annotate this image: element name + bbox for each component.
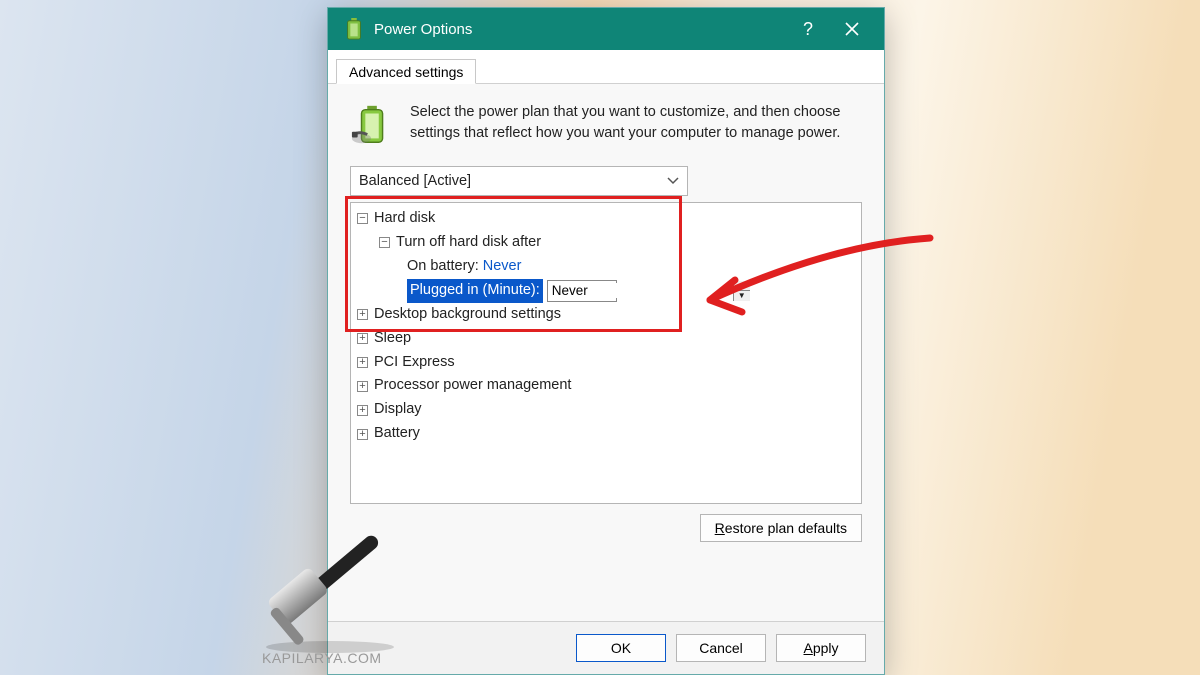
tree-label: Hard disk bbox=[374, 207, 435, 231]
ok-button[interactable]: OK bbox=[576, 634, 666, 662]
restore-defaults-button[interactable]: Restore plan defaults bbox=[700, 514, 862, 542]
power-plan-dropdown[interactable]: Balanced [Active] bbox=[350, 166, 688, 196]
close-button[interactable] bbox=[830, 8, 874, 50]
plugged-in-spinner[interactable]: ▲ ▼ bbox=[547, 280, 617, 302]
expand-toggle[interactable]: + bbox=[357, 429, 368, 440]
tree-item-on-battery[interactable]: On battery: Never bbox=[357, 255, 855, 279]
tree-label: PCI Express bbox=[374, 351, 455, 375]
expand-toggle[interactable]: + bbox=[357, 333, 368, 344]
tree-item-display[interactable]: + Display bbox=[357, 398, 855, 422]
intro-row: Select the power plan that you want to c… bbox=[350, 102, 862, 148]
tree-item-sleep[interactable]: + Sleep bbox=[357, 327, 855, 351]
tree-label: On battery: bbox=[407, 255, 479, 279]
expand-toggle[interactable]: + bbox=[357, 381, 368, 392]
dialog-content: Select the power plan that you want to c… bbox=[328, 84, 884, 621]
titlebar: Power Options ? bbox=[328, 8, 884, 50]
tree-item-battery[interactable]: + Battery bbox=[357, 422, 855, 446]
on-battery-value[interactable]: Never bbox=[483, 255, 522, 279]
power-options-dialog: Power Options ? Advanced settings Select… bbox=[327, 7, 885, 675]
cancel-button[interactable]: Cancel bbox=[676, 634, 766, 662]
tree-label: Desktop background settings bbox=[374, 303, 561, 327]
power-plan-icon bbox=[350, 102, 396, 148]
tree-item-turn-off-hard-disk[interactable]: − Turn off hard disk after bbox=[357, 231, 855, 255]
close-icon bbox=[845, 22, 859, 36]
settings-tree[interactable]: − Hard disk − Turn off hard disk after O… bbox=[350, 202, 862, 504]
plugged-in-value-input[interactable] bbox=[548, 283, 733, 298]
help-button[interactable]: ? bbox=[786, 8, 830, 50]
restore-label: estore plan defaults bbox=[725, 520, 847, 536]
intro-text: Select the power plan that you want to c… bbox=[410, 102, 862, 148]
tree-item-plugged-in[interactable]: Plugged in (Minute): ▲ ▼ bbox=[357, 279, 855, 303]
apply-button[interactable]: Apply bbox=[776, 634, 866, 662]
tab-advanced-settings[interactable]: Advanced settings bbox=[336, 59, 476, 84]
window-title: Power Options bbox=[374, 21, 472, 38]
watermark-text: KAPILARYA.COM bbox=[262, 650, 382, 666]
spinner-down-button[interactable]: ▼ bbox=[734, 291, 750, 301]
expand-toggle[interactable]: + bbox=[357, 309, 368, 320]
tree-item-desktop-background[interactable]: + Desktop background settings bbox=[357, 303, 855, 327]
tree-label: Battery bbox=[374, 422, 420, 446]
tree-label: Processor power management bbox=[374, 374, 571, 398]
settings-tree-container: − Hard disk − Turn off hard disk after O… bbox=[350, 202, 862, 504]
tab-strip: Advanced settings bbox=[328, 50, 884, 84]
plan-selected-value: Balanced [Active] bbox=[359, 173, 471, 189]
tree-label: Turn off hard disk after bbox=[396, 231, 541, 255]
collapse-toggle[interactable]: − bbox=[357, 213, 368, 224]
collapse-toggle[interactable]: − bbox=[379, 237, 390, 248]
tree-label: Display bbox=[374, 398, 422, 422]
expand-toggle[interactable]: + bbox=[357, 357, 368, 368]
battery-icon bbox=[344, 18, 364, 40]
tree-label: Sleep bbox=[374, 327, 411, 351]
tree-item-pci-express[interactable]: + PCI Express bbox=[357, 351, 855, 375]
chevron-down-icon bbox=[667, 177, 679, 185]
expand-toggle[interactable]: + bbox=[357, 405, 368, 416]
tree-item-hard-disk[interactable]: − Hard disk bbox=[357, 207, 855, 231]
tree-item-processor-power[interactable]: + Processor power management bbox=[357, 374, 855, 398]
dialog-footer: OK Cancel Apply bbox=[328, 621, 884, 674]
plugged-in-label-selected: Plugged in (Minute): bbox=[407, 279, 543, 303]
